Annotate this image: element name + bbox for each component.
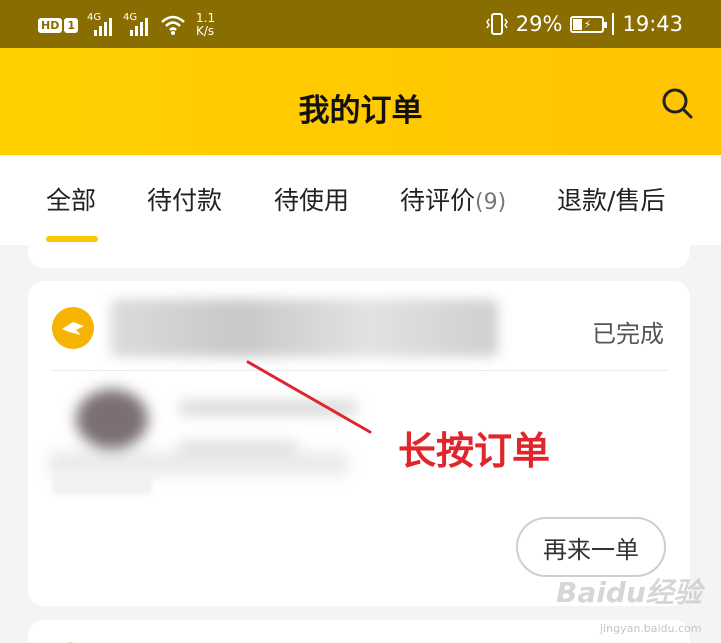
signal-icon: 4G — [87, 12, 114, 36]
order-card[interactable]: 已完成 再来一单 — [28, 281, 690, 606]
order-tabs: 全部 待付款 待使用 待评价(9) 退款/售后 — [0, 155, 721, 245]
store-logo[interactable] — [52, 307, 94, 349]
watermark-logo: Baidu经验 — [556, 576, 702, 609]
tab-all-label: 全部 — [46, 186, 97, 215]
signal-icon-2: 4G — [123, 12, 150, 36]
battery-percent: 29% — [515, 12, 563, 36]
store-logo-icon — [62, 322, 84, 335]
clock: 19:43 — [622, 12, 683, 36]
tab-pending-payment-label: 待付款 — [147, 186, 223, 215]
status-bar: HD 1 4G 4G 1.1 K/s 29% ⚡ 19:43 — [0, 0, 721, 48]
order-status: 已完成 — [592, 320, 664, 348]
wifi-icon — [161, 15, 185, 35]
previous-card-bottom — [28, 243, 690, 268]
watermark-url: jingyan.baidu.com — [600, 622, 702, 635]
network-speed: 1.1 K/s — [196, 12, 215, 38]
tab-to-use-label: 待使用 — [274, 186, 350, 215]
tab-to-use[interactable]: 待使用 — [274, 181, 349, 217]
app-header: 我的订单 — [0, 48, 721, 155]
battery-icon: ⚡ — [570, 15, 608, 33]
product-tag-blurred — [52, 471, 152, 495]
next-order-card[interactable] — [28, 620, 690, 643]
signal-label-2: 4G — [123, 12, 138, 23]
active-tab-indicator — [46, 236, 98, 242]
tab-refund-label: 退款/售后 — [557, 186, 666, 215]
search-icon[interactable] — [660, 86, 694, 120]
vibrate-icon — [485, 13, 508, 35]
tab-to-review[interactable]: 待评价(9) — [400, 181, 506, 217]
tab-pending-payment[interactable]: 待付款 — [147, 181, 222, 217]
hd-sub-label: 1 — [64, 17, 78, 33]
signal-label: 4G — [87, 12, 102, 23]
tab-to-review-count: (9) — [475, 190, 507, 215]
tab-all[interactable]: 全部 — [46, 181, 96, 217]
annotation-label: 长按订单 — [398, 429, 551, 473]
tab-to-review-label: 待评价 — [400, 186, 476, 215]
store-name-blurred[interactable] — [110, 299, 498, 357]
status-divider — [612, 13, 615, 35]
tab-refund[interactable]: 退款/售后 — [557, 181, 665, 217]
hd-badge: HD 1 — [38, 17, 78, 33]
speed-unit: K/s — [196, 24, 215, 38]
status-bar-left: HD 1 4G 4G 1.1 K/s — [38, 12, 215, 38]
reorder-button[interactable]: 再来一单 — [516, 517, 666, 577]
page-title: 我的订单 — [298, 93, 423, 129]
product-info-blurred[interactable] — [48, 381, 358, 481]
hd-label: HD — [38, 17, 63, 33]
card-divider — [50, 370, 668, 371]
status-bar-right: 29% ⚡ 19:43 — [485, 12, 683, 36]
